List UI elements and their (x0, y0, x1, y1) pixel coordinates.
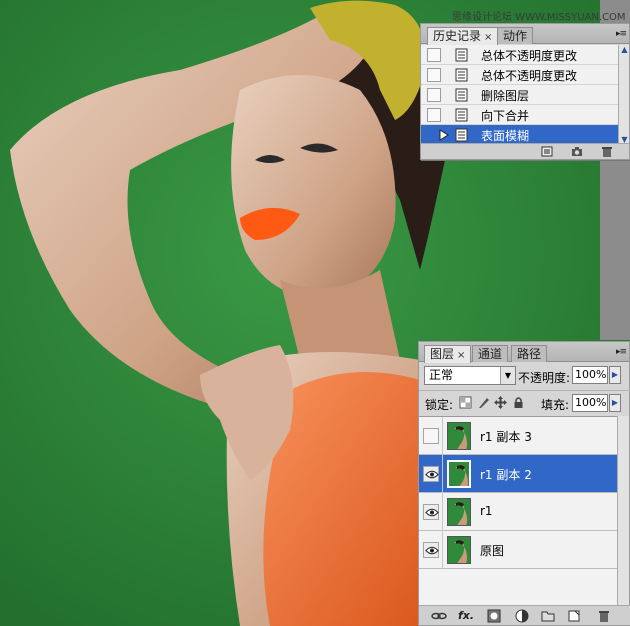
visibility-toggle[interactable] (423, 542, 439, 558)
tab-layers-label: 图层 (430, 347, 455, 361)
visibility-toggle[interactable] (423, 466, 439, 482)
eye-icon (425, 508, 439, 517)
history-item-label: 删除图层 (481, 89, 530, 103)
fill-label: 填充: (541, 398, 570, 412)
history-item-label: 总体不透明度更改 (481, 69, 578, 83)
lock-position-icon[interactable] (494, 396, 507, 409)
lock-image-pixels-icon[interactable] (477, 396, 490, 409)
history-item-label: 表面模糊 (481, 129, 530, 143)
history-state-icon (455, 48, 468, 62)
layers-tabbar: 图层 × 通道 路径 ▸≡ (419, 342, 629, 363)
tab-channels-label: 通道 (478, 347, 503, 361)
layer-row[interactable]: r1 (419, 493, 619, 531)
history-tabbar: 历史记录 × 动作 ▸≡ (421, 24, 629, 45)
history-list: 总体不透明度更改 总体不透明度更改 删除图层 向下合并 表面模糊 (421, 45, 619, 145)
history-state-icon (455, 108, 468, 122)
tab-paths[interactable]: 路径 (511, 345, 548, 362)
opacity-slider-arrow-icon[interactable]: ▶ (609, 366, 621, 384)
layer-name: r1 副本 3 (480, 430, 532, 444)
close-icon[interactable]: × (457, 350, 465, 361)
new-document-from-state-icon[interactable] (541, 146, 553, 157)
layer-row-selected[interactable]: r1 副本 2 (419, 455, 619, 493)
divider (442, 493, 443, 531)
new-snapshot-icon[interactable] (571, 146, 583, 157)
adjustment-layer-icon[interactable] (515, 609, 529, 623)
trash-icon[interactable] (601, 146, 613, 157)
fill-slider-arrow-icon[interactable]: ▶ (609, 394, 621, 412)
history-scrollbar[interactable]: ▲ ▼ (618, 45, 629, 145)
tab-actions-label: 动作 (503, 29, 528, 43)
layer-name: 原图 (480, 544, 505, 558)
chevron-down-icon[interactable]: ▼ (500, 367, 515, 384)
tab-history[interactable]: 历史记录 × (427, 27, 499, 45)
panel-menu-icon[interactable]: ▸≡ (616, 347, 627, 357)
layer-thumbnail (447, 460, 471, 488)
history-item[interactable]: 删除图层 (421, 85, 619, 105)
layer-row[interactable]: 原图 (419, 531, 619, 569)
history-brush-source-checkbox[interactable] (427, 88, 441, 102)
history-item-label: 向下合并 (481, 109, 530, 123)
history-item[interactable]: 总体不透明度更改 (421, 65, 619, 85)
history-item[interactable]: 向下合并 (421, 105, 619, 125)
lock-all-icon[interactable] (512, 396, 525, 409)
watermark-text: 思缘设计论坛 WWW.MISSYUAN.COM (452, 12, 626, 23)
history-item-selected[interactable]: 表面模糊 (421, 125, 619, 145)
history-brush-source-checkbox[interactable] (427, 68, 441, 82)
history-panel: 历史记录× 动作 ▸≡ 总体不透明度更改 总体不透明度更改 删除图层 向下合并 (420, 23, 630, 160)
lock-row: 锁定: 填充: 100% ▶ (419, 390, 630, 414)
blend-mode-value: 正常 (429, 368, 454, 382)
tab-channels[interactable]: 通道 (472, 345, 509, 362)
divider (442, 531, 443, 569)
blend-row: 正常 ▼ 不透明度: 100% ▶ (419, 363, 630, 389)
fill-value: 100% (575, 396, 607, 409)
history-footer (421, 143, 629, 159)
close-icon[interactable]: × (484, 32, 492, 43)
layer-row[interactable]: r1 副本 3 (419, 417, 619, 455)
layer-name: r1 副本 2 (480, 468, 532, 482)
fill-input[interactable]: 100% (572, 394, 608, 412)
layer-name: r1 (480, 504, 493, 518)
layer-thumbnail (447, 536, 471, 564)
eye-icon (425, 470, 439, 479)
trash-icon[interactable] (597, 609, 611, 623)
link-layers-icon[interactable] (431, 610, 447, 622)
add-mask-icon[interactable] (487, 609, 501, 623)
visibility-toggle[interactable] (423, 428, 439, 444)
opacity-label: 不透明度: (518, 371, 571, 385)
lock-transparency-icon[interactable] (459, 396, 472, 409)
history-state-icon (455, 68, 468, 82)
new-group-icon[interactable] (541, 609, 555, 623)
new-layer-icon[interactable] (567, 609, 581, 623)
opacity-input[interactable]: 100% (572, 366, 608, 384)
divider (442, 455, 443, 493)
panel-menu-icon[interactable]: ▸≡ (616, 29, 627, 39)
layer-thumbnail (447, 498, 471, 526)
layer-list: r1 副本 3 r1 副本 2 r1 原图 (419, 416, 619, 606)
history-state-icon (455, 88, 468, 102)
tab-actions[interactable]: 动作 (497, 27, 534, 44)
blend-mode-select[interactable]: 正常 ▼ (424, 366, 516, 385)
opacity-value: 100% (575, 368, 607, 381)
divider (442, 417, 443, 455)
layers-footer: fx. (419, 605, 630, 625)
layer-style-icon[interactable]: fx. (457, 609, 475, 623)
layer-thumbnail (447, 422, 471, 450)
history-brush-source-checkbox[interactable] (427, 108, 441, 122)
history-item[interactable]: 总体不透明度更改 (421, 45, 619, 65)
tab-history-label: 历史记录 (433, 29, 482, 43)
eye-icon (425, 546, 439, 555)
history-state-slider-icon[interactable] (439, 129, 449, 141)
layers-scrollbar[interactable] (617, 416, 629, 606)
layers-panel: 图层 × 通道 路径 ▸≡ 正常 ▼ 不透明度: 100% ▶ 锁定: 填充: 1… (418, 341, 630, 626)
history-state-icon (455, 128, 468, 142)
lock-label: 锁定: (425, 398, 454, 412)
scroll-up-icon[interactable]: ▲ (620, 45, 629, 55)
visibility-toggle[interactable] (423, 504, 439, 520)
history-brush-source-checkbox[interactable] (427, 48, 441, 62)
history-item-label: 总体不透明度更改 (481, 49, 578, 63)
tab-paths-label: 路径 (517, 347, 542, 361)
tab-layers[interactable]: 图层 × (424, 345, 472, 363)
